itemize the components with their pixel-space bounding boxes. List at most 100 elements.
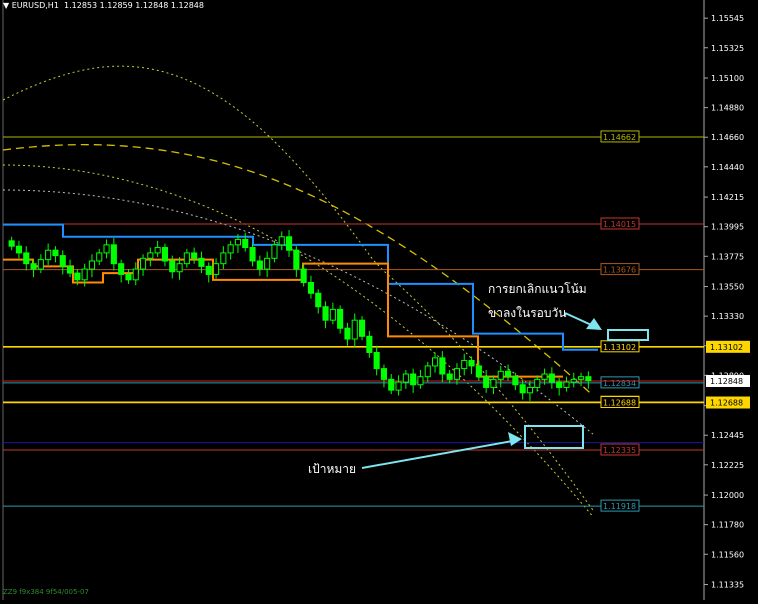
candle-body [23, 252, 30, 265]
annotation-cancel-trend-2: ขาลงในรอบวัน [488, 306, 567, 320]
price-level-label: 1.14015 [603, 220, 636, 229]
candle-body [483, 376, 490, 388]
candle-body [227, 244, 234, 254]
y-tick-label: 1.11780 [711, 521, 744, 530]
candle-body [453, 368, 461, 380]
candle-body [315, 292, 322, 308]
candle-body [534, 378, 541, 388]
candle-body [161, 247, 169, 262]
candle-body [526, 386, 534, 394]
axis-price-tag-label: 1.13102 [710, 343, 743, 352]
y-tick-label: 1.14880 [711, 104, 744, 113]
candle-body [475, 365, 482, 378]
candle-body [103, 244, 110, 254]
candle-body [548, 373, 555, 383]
y-tick-label: 1.15325 [711, 44, 744, 53]
envelope-outer-lower [2, 164, 594, 517]
annotation-cancel-box [607, 329, 649, 341]
candle-body [329, 308, 336, 321]
y-tick-label: 1.13775 [711, 252, 744, 261]
annotation-target: เป้าหมาย [308, 462, 357, 476]
y-tick-label: 1.11335 [711, 581, 744, 590]
candle-body [504, 370, 512, 378]
candle-body [468, 360, 475, 367]
candle-body [256, 260, 263, 270]
candle-body [366, 335, 373, 353]
candle-body [402, 373, 409, 383]
candle-body [118, 263, 125, 275]
candle-body [373, 351, 380, 370]
candle-body [125, 273, 132, 281]
candle-body [220, 252, 227, 265]
candle-body [271, 244, 278, 259]
target-arrow-shaft [361, 439, 519, 469]
dropdown-triangle-icon[interactable]: ▼ [3, 1, 12, 10]
candle-body [388, 378, 395, 391]
candle-body [563, 381, 570, 388]
y-tick-label: 1.15100 [711, 74, 744, 83]
y-tick-label: 1.13330 [711, 312, 744, 321]
price-level-label: 1.12335 [603, 446, 636, 455]
candle-body [37, 259, 44, 270]
candle-body [300, 268, 307, 284]
candle-body [278, 236, 285, 246]
candle-body [139, 257, 147, 270]
candle-body [577, 376, 585, 380]
candle-body [285, 236, 293, 251]
candle-body [585, 376, 592, 382]
candle-body [45, 249, 52, 261]
chart-header: ▼ EURUSD,H1 1.12853 1.12859 1.12848 1.12… [3, 1, 204, 10]
axis-price-tag-label: 1.12688 [710, 399, 743, 408]
candle-body [431, 357, 439, 367]
candle-body [497, 370, 504, 380]
chart-footer: ZZ9 f9x384 9f54/005-07 [3, 588, 89, 596]
candle-body [249, 247, 256, 262]
candle-body [556, 381, 563, 388]
candle-body [110, 244, 117, 265]
candle-body [344, 327, 351, 340]
price-level-label: 1.14662 [603, 133, 636, 142]
candle-body [519, 384, 526, 394]
candle-body [66, 265, 74, 274]
candle-body [264, 257, 271, 270]
candle-body [15, 245, 23, 254]
candle-body [147, 252, 154, 259]
candle-body [96, 252, 103, 262]
candle-body [154, 247, 161, 254]
candle-body [59, 255, 66, 267]
chart-svg: 1.15545 1.15325 1.15100 1.14880 1.14660 1.144… [2, 0, 750, 600]
candle-body [541, 373, 548, 380]
candle-body [88, 260, 96, 270]
candle-body [351, 319, 358, 340]
candle-body [176, 263, 183, 273]
candle-body [205, 265, 212, 275]
candle-body [380, 368, 388, 380]
candle-body [395, 381, 402, 391]
candle-body [417, 376, 424, 386]
ohlc-readout: 1.12853 1.12859 1.12848 1.12848 [64, 1, 204, 10]
target-arrow-head [508, 432, 522, 446]
y-tick-label: 1.14660 [711, 133, 744, 142]
candle-body [293, 249, 300, 270]
y-tick-label: 1.13995 [711, 223, 744, 232]
price-level-label: 1.11918 [603, 502, 636, 511]
candle-body [439, 357, 446, 375]
candle-body [242, 238, 249, 249]
candle-body [191, 252, 198, 259]
y-tick-label: 1.11560 [711, 550, 744, 559]
y-tick-label: 1.12000 [711, 491, 744, 500]
candle-body [52, 249, 59, 257]
candlestick-chart: 1.15545 1.15325 1.15100 1.14880 1.14660 1.144… [0, 0, 758, 600]
candle-body [183, 252, 190, 265]
candle-body [234, 238, 242, 246]
candle-body [212, 263, 220, 275]
current-price-tag-label: 1.12848 [710, 377, 743, 386]
price-level-label: 1.12834 [603, 379, 636, 388]
y-tick-label: 1.14440 [711, 163, 744, 172]
candle-body [74, 272, 81, 281]
candle-body [512, 376, 519, 386]
annotation-target-box [524, 425, 584, 449]
y-tick-label: 1.14215 [711, 193, 744, 202]
price-level-label: 1.13676 [603, 266, 636, 275]
candle-body [570, 378, 577, 383]
